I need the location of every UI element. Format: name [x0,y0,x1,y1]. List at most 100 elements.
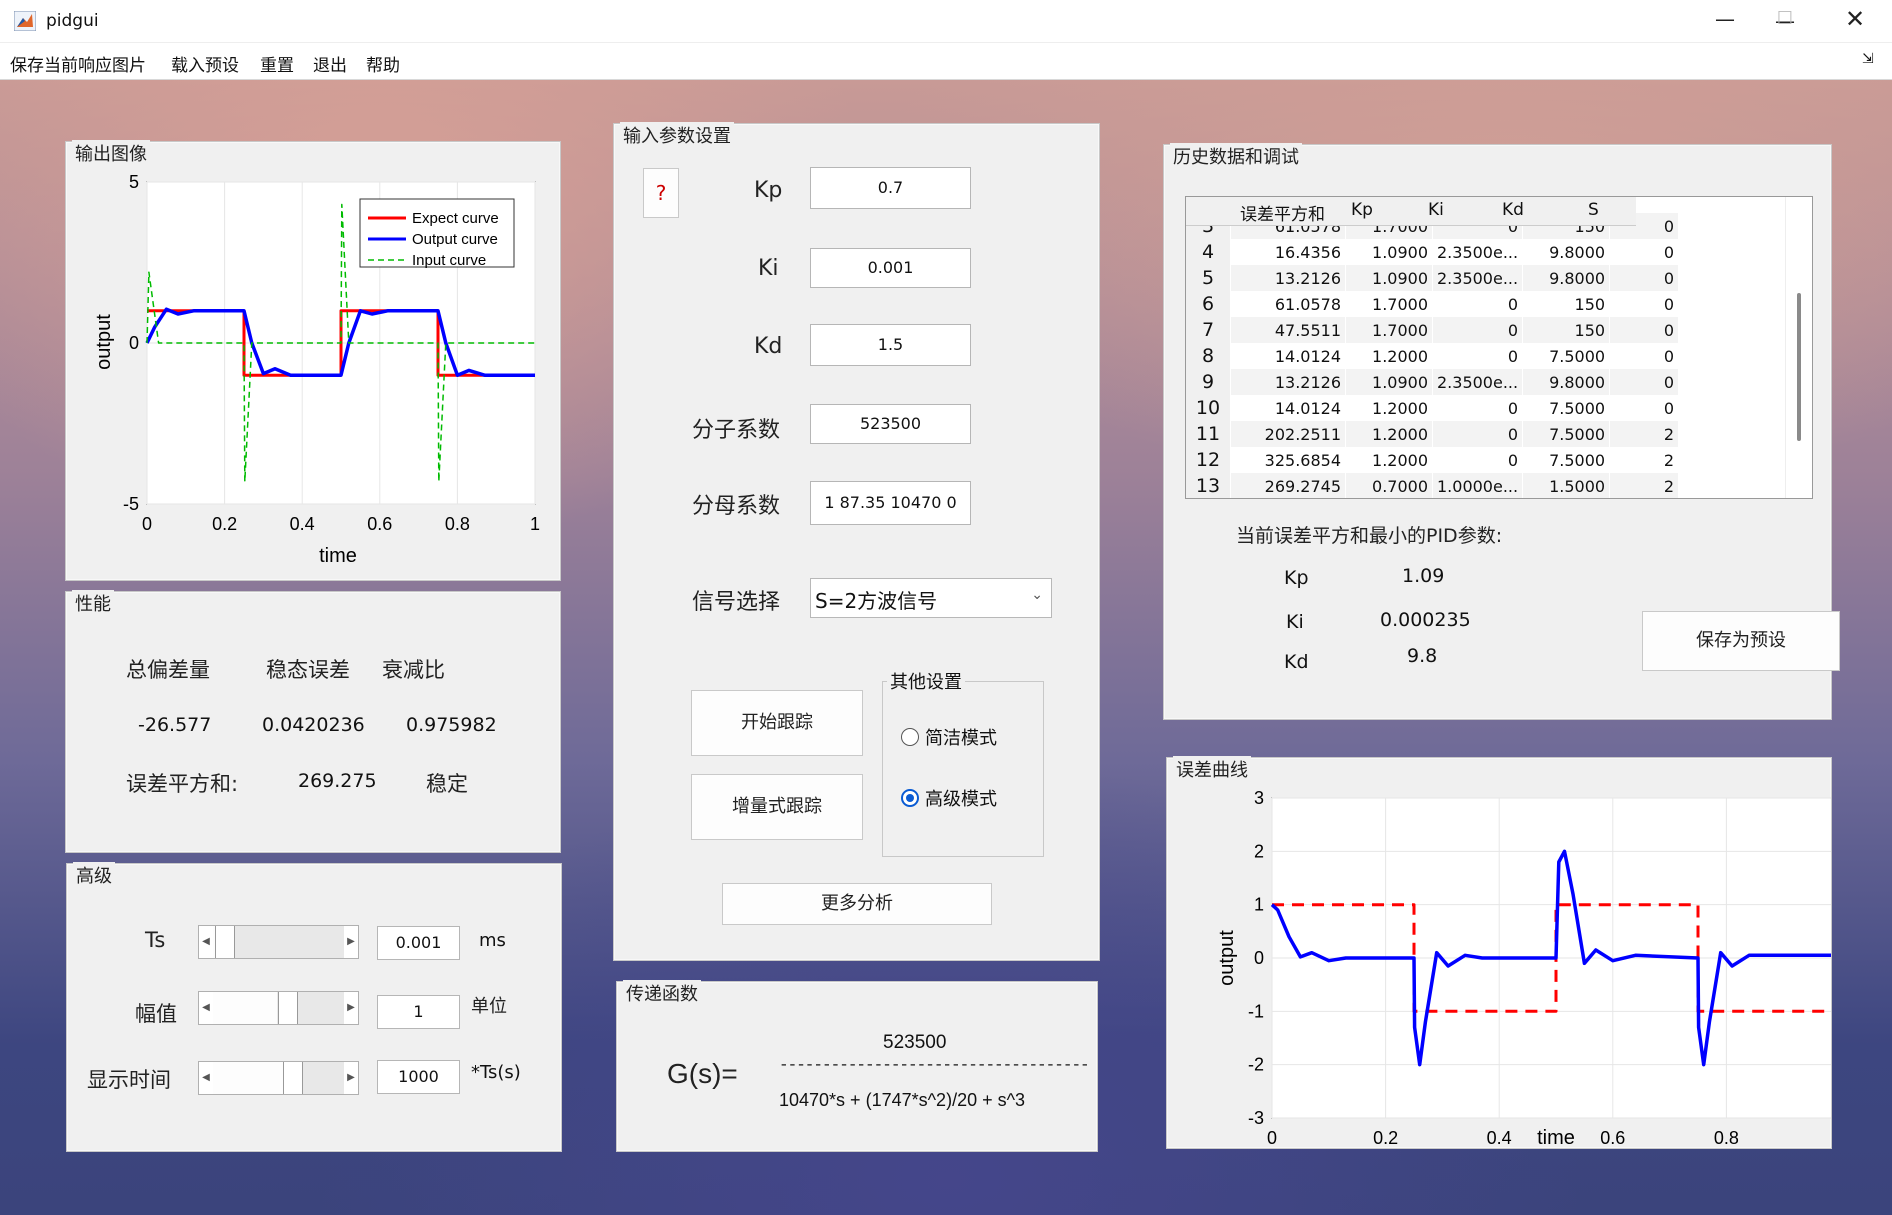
table-row[interactable]: 8 14.0124 1.2000 0 7.5000 0 [1186,343,1680,369]
incremental-tracking-button[interactable]: 增量式跟踪 [691,774,863,840]
history-panel-title: 历史数据和调试 [1170,143,1302,169]
advanced-mode-label[interactable]: 高级模式 [925,785,997,811]
best-params-title: 当前误差平方和最小的PID参数: [1236,525,1503,547]
amplitude-slider[interactable]: ◀ ▶ [198,991,359,1025]
ki-input[interactable]: 0.001 [810,248,971,288]
x-tick-label: 1 [530,514,540,534]
x-tick-label: 0.6 [367,514,392,534]
numerator-label: 分子系数 [692,418,781,443]
table-row[interactable]: 5 13.2126 1.0900 2.3500e... 9.8000 0 [1186,265,1680,291]
history-table[interactable]: 误差平方和 Kp Ki Kd S 361.05781.700001500416.… [1185,196,1813,499]
kd-input[interactable]: 1.5 [810,324,971,366]
table-cell: 1.2000 [1345,421,1433,447]
slider-left-arrow-icon[interactable]: ◀ [199,992,213,1024]
table-row[interactable]: 12 325.6854 1.2000 0 7.5000 2 [1186,447,1680,473]
slider-left-arrow-icon[interactable]: ◀ [199,1062,213,1094]
more-analysis-button[interactable]: 更多分析 [722,883,992,925]
signal-select[interactable]: S=2方波信号 ⌄ [810,578,1052,618]
table-cell: 7.5000 [1522,447,1611,473]
table-cell: 0 [1609,239,1680,265]
error-ylabel: output [1216,930,1238,986]
slider-thumb[interactable] [283,1062,303,1094]
table-cell: 1.7000 [1345,317,1433,343]
kp-input[interactable]: 0.7 [810,167,971,209]
table-cell: 0 [1609,265,1680,291]
display-time-slider[interactable]: ◀ ▶ [198,1061,359,1095]
legend-entry: Expect curve [412,210,499,227]
history-rows: 3 61.0578 1.7000 0 150 0 4 16.4356 1.0900 2.3500e… [1186,213,1680,498]
row-index: 10 [1186,395,1231,421]
display-time-input[interactable]: 1000 [377,1060,460,1094]
slider-left-arrow-icon[interactable]: ◀ [199,926,213,958]
close-button[interactable]: ✕ [1830,4,1880,34]
row-index: 6 [1186,291,1231,317]
save-preset-button[interactable]: 保存为预设 [1642,611,1840,671]
matlab-icon [14,11,36,31]
table-cell: 1.0900 [1345,239,1433,265]
ts-input[interactable]: 0.001 [377,926,460,960]
menu-reset[interactable]: 重置 [260,51,294,76]
decay-ratio-value: 0.975982 [406,714,497,736]
minimize-button[interactable]: — [1700,4,1750,34]
denominator-label: 分母系数 [692,494,781,519]
menu-exit[interactable]: 退出 [313,51,347,76]
simple-mode-radio[interactable] [901,728,919,746]
slider-thumb[interactable] [278,992,298,1024]
slider-right-arrow-icon[interactable]: ▶ [344,1062,358,1094]
table-cell: 2.3500e... [1432,239,1524,265]
best-kp-label: Kp [1284,567,1309,589]
header-ki: Ki [1428,200,1444,220]
slider-right-arrow-icon[interactable]: ▶ [344,992,358,1024]
steady-error-label: 稳态误差 [266,658,350,682]
error-xlabel: time [1537,1127,1575,1148]
advanced-mode-radio[interactable] [901,789,919,807]
ts-slider[interactable]: ◀ ▶ [198,925,359,959]
scrollbar-thumb[interactable] [1797,293,1801,441]
table-row[interactable]: 9 13.2126 1.0900 2.3500e... 9.8000 0 [1186,369,1680,395]
table-row[interactable]: 4 16.4356 1.0900 2.3500e... 9.8000 0 [1186,239,1680,265]
table-row[interactable]: 7 47.5511 1.7000 0 150 0 [1186,317,1680,343]
menu-save-image[interactable]: 保存当前响应图片 [10,51,146,76]
history-scrollbar[interactable] [1785,197,1812,498]
table-row[interactable]: 13 269.2745 0.7000 1.0000e... 1.5000 2 [1186,473,1680,498]
numerator-input[interactable]: 523500 [810,404,971,444]
row-index: 13 [1186,473,1231,498]
table-cell: 7.5000 [1522,395,1611,421]
table-cell: 16.4356 [1230,239,1346,265]
table-row[interactable]: 10 14.0124 1.2000 0 7.5000 0 [1186,395,1680,421]
row-index: 9 [1186,369,1231,395]
help-button[interactable]: ? [643,168,679,218]
signal-select-label: 信号选择 [692,590,781,615]
y-tick-label: -3 [1248,1108,1264,1128]
amplitude-input[interactable]: 1 [377,995,460,1029]
table-cell: 1.0900 [1345,369,1433,395]
denominator-input[interactable]: 1 87.35 10470 0 [810,481,971,525]
toolbar-arrow-icon[interactable]: ⇲ [1862,51,1874,67]
start-tracking-button[interactable]: 开始跟踪 [691,690,863,756]
slider-thumb[interactable] [215,926,235,958]
y-tick-label: 5 [129,172,139,192]
table-cell: 1.0000e... [1432,473,1524,498]
slider-right-arrow-icon[interactable]: ▶ [344,926,358,958]
table-cell: 13.2126 [1230,265,1346,291]
row-index: 7 [1186,317,1231,343]
table-row[interactable]: 11 202.2511 1.2000 0 7.5000 2 [1186,421,1680,447]
x-tick-label: 0 [142,514,152,534]
row-index: 5 [1186,265,1231,291]
table-cell: 1.2000 [1345,343,1433,369]
table-cell: 0 [1432,317,1524,343]
transfer-lhs: G(s)= [667,1058,738,1089]
history-table-header-cover: 误差平方和 Kp Ki Kd S [1186,197,1636,226]
steady-error-value: 0.0420236 [262,714,365,736]
simple-mode-label[interactable]: 简洁模式 [925,724,997,750]
table-cell: 150 [1522,291,1611,317]
table-row[interactable]: 6 61.0578 1.7000 0 150 0 [1186,291,1680,317]
advanced-panel-title: 高级 [73,862,115,888]
x-tick-label: 0.2 [212,514,237,534]
maximize-button[interactable]: ☐ [1760,4,1810,34]
chevron-down-icon[interactable]: ⌄ [1031,587,1043,603]
table-cell: 1.2000 [1345,447,1433,473]
menu-load-preset[interactable]: 载入预设 [171,51,239,76]
menu-help[interactable]: 帮助 [366,51,400,76]
row-index: 11 [1186,421,1231,447]
